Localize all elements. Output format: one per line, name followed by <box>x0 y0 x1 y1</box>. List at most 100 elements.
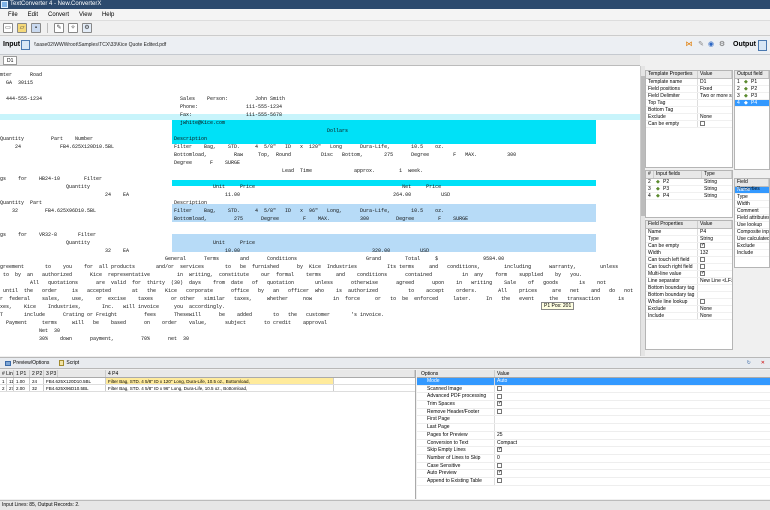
field-property-row[interactable]: Bottom boundary tag <box>646 292 732 299</box>
field-property-value[interactable]: P4 <box>698 229 732 235</box>
help-icon[interactable]: ◉ <box>707 41 715 49</box>
grid-header-num[interactable]: # Line # <box>0 370 14 377</box>
checkbox[interactable]: ✓ <box>497 470 502 476</box>
checkbox[interactable] <box>497 393 502 399</box>
checkbox[interactable]: ✓ <box>700 271 705 277</box>
field-property-value[interactable]: None <box>698 306 732 312</box>
checkbox[interactable] <box>497 462 502 468</box>
field-property-row[interactable]: Name P4 <box>646 229 732 236</box>
tab-d1[interactable]: D1 <box>3 56 18 65</box>
grid-cell-p3[interactable]: FB4.625X96D10.5BL <box>44 385 106 391</box>
grid-header-p3[interactable]: 3 P3 <box>44 370 58 377</box>
option-row[interactable]: Conversion to Text Compact <box>417 439 770 448</box>
menu-convert[interactable]: Convert <box>43 12 74 18</box>
field-property-row[interactable]: Whole line lookup <box>646 299 732 306</box>
field-property-row[interactable]: Multi-line value ✓ <box>646 271 732 278</box>
output-field-item[interactable]: 1 ◆ P1 <box>735 79 769 86</box>
checkbox[interactable] <box>700 257 705 263</box>
template-property-value[interactable] <box>698 121 732 127</box>
option-value[interactable]: Auto <box>495 378 770 385</box>
output-file-icon[interactable] <box>758 40 767 51</box>
table-row[interactable]: 2 27 2.00 32 FB4.625X96D10.5BL Filter Bag, ST… <box>0 385 415 392</box>
grid-cell-line[interactable]: 11 <box>7 378 14 384</box>
option-value[interactable]: Compact <box>495 440 770 447</box>
menu-view[interactable]: View <box>74 12 97 18</box>
field-property-value[interactable]: ✓ <box>698 271 732 277</box>
input-field-row[interactable]: 3 ◆ P3 String <box>646 186 732 193</box>
pdf-file-icon[interactable] <box>21 40 30 50</box>
save-icon[interactable]: ▪ <box>31 23 41 33</box>
options-icon[interactable]: ⚙ <box>82 23 92 33</box>
option-value[interactable] <box>495 408 770 416</box>
preview-grid[interactable]: # Line # 1 P1 2 P2 3 P3 4 P4 1111.0024FB… <box>0 370 416 499</box>
grid-cell-p1[interactable]: 1.00 <box>14 378 30 384</box>
field-property-value[interactable]: None <box>698 313 732 319</box>
option-value[interactable]: ✓ <box>495 401 770 408</box>
option-row[interactable]: Number of Lines to Skip 0 <box>417 454 770 463</box>
grid-header-p4[interactable]: 4 P4 <box>106 370 415 377</box>
option-row[interactable]: Advanced PDF processing <box>417 393 770 402</box>
option-value[interactable] <box>495 393 770 400</box>
option-row[interactable]: Auto Preview ✓ <box>417 470 770 478</box>
option-row[interactable]: Skip Empty Lines ✓ <box>417 447 770 455</box>
template-property-value[interactable]: Two or more spac <box>698 93 732 99</box>
field-property-value[interactable]: String <box>698 236 732 242</box>
template-property-value[interactable]: Fixed <box>698 86 732 92</box>
template-property-row[interactable]: Bottom Tag <box>646 107 732 114</box>
checkbox[interactable]: ✓ <box>497 447 502 453</box>
field-property-row[interactable]: Bottom boundary tag <box>646 285 732 292</box>
field-property-list-item[interactable]: Field attributes <box>735 215 769 222</box>
field-property-row[interactable]: Can touch right field <box>646 264 732 271</box>
option-value[interactable]: ✓ <box>495 447 770 454</box>
input-field-row[interactable]: 4 ◆ P4 String <box>646 193 732 200</box>
document-preview[interactable]: mter Road GA 30115 444-555-1234 Sales Pe… <box>0 66 640 356</box>
grid-cell-p2[interactable]: 24 <box>30 378 44 384</box>
checkbox[interactable] <box>497 478 502 484</box>
grid-cell-p2[interactable]: 32 <box>30 385 44 391</box>
field-property-row[interactable]: Type String <box>646 236 732 243</box>
template-property-row[interactable]: Can be empty <box>646 121 732 128</box>
option-row[interactable]: First Page <box>417 416 770 425</box>
menu-edit[interactable]: Edit <box>23 12 43 18</box>
field-property-row[interactable]: Can be empty ✓ <box>646 243 732 250</box>
field-property-value[interactable]: 132 <box>698 250 732 256</box>
output-field-item[interactable]: 2 ◆ P2 <box>735 86 769 93</box>
menu-help[interactable]: Help <box>97 12 119 18</box>
checkbox[interactable] <box>700 121 705 127</box>
option-value[interactable]: ✓ <box>495 470 770 477</box>
input-path[interactable]: \\sase02\WWWroot\Samples\TCX\33\Kice Quo… <box>34 42 166 48</box>
field-property-row[interactable]: Can touch left field <box>646 257 732 264</box>
template-property-value[interactable]: None <box>698 114 732 120</box>
checkbox[interactable] <box>497 385 502 391</box>
menu-file[interactable]: File <box>3 12 23 18</box>
checkbox[interactable]: ✓ <box>700 243 705 249</box>
option-value[interactable]: 25 <box>495 432 770 439</box>
option-value[interactable] <box>495 478 770 485</box>
field-property-row[interactable]: Include None <box>646 313 732 320</box>
convert-icon[interactable]: ⋈ <box>685 41 693 49</box>
field-property-value[interactable] <box>698 257 732 263</box>
tools-icon[interactable]: ✎ <box>54 23 64 33</box>
field-property-list-item[interactable]: Comment <box>735 208 769 215</box>
grid-cell-p4[interactable]: Filter Bag, STD. 4 5/8" ID x 120" Long, … <box>106 378 334 384</box>
field-property-value[interactable] <box>698 299 732 305</box>
template-property-row[interactable]: Field DelimiterTwo or more spac <box>646 93 732 100</box>
template-property-row[interactable]: Field positions Fixed <box>646 86 732 93</box>
checkbox[interactable] <box>700 264 705 270</box>
puzzle-icon[interactable]: ✧ <box>68 23 78 33</box>
open-folder-icon[interactable]: ▱ <box>17 23 27 33</box>
template-property-value[interactable] <box>698 107 732 113</box>
settings-icon[interactable]: ⚙ <box>718 41 726 49</box>
option-row[interactable]: Last Page <box>417 424 770 432</box>
wand-icon[interactable]: ✎ <box>697 41 705 49</box>
template-property-row[interactable]: Template name D1 <box>646 79 732 86</box>
field-property-value[interactable]: ✓ <box>698 243 732 249</box>
option-row[interactable]: Append to Existing Table <box>417 477 770 486</box>
option-value[interactable] <box>495 462 770 470</box>
output-field-item[interactable]: 4 ◆ P4 <box>735 100 769 107</box>
field-property-list-item[interactable]: Use calculated f <box>735 236 769 243</box>
field-property-row[interactable]: Line separator New Line <LF> <box>646 278 732 285</box>
field-property-value[interactable] <box>698 264 732 270</box>
field-property-value[interactable] <box>698 285 732 291</box>
grid-cell-p3[interactable]: FB4.625X120D10.5BL <box>44 378 106 384</box>
